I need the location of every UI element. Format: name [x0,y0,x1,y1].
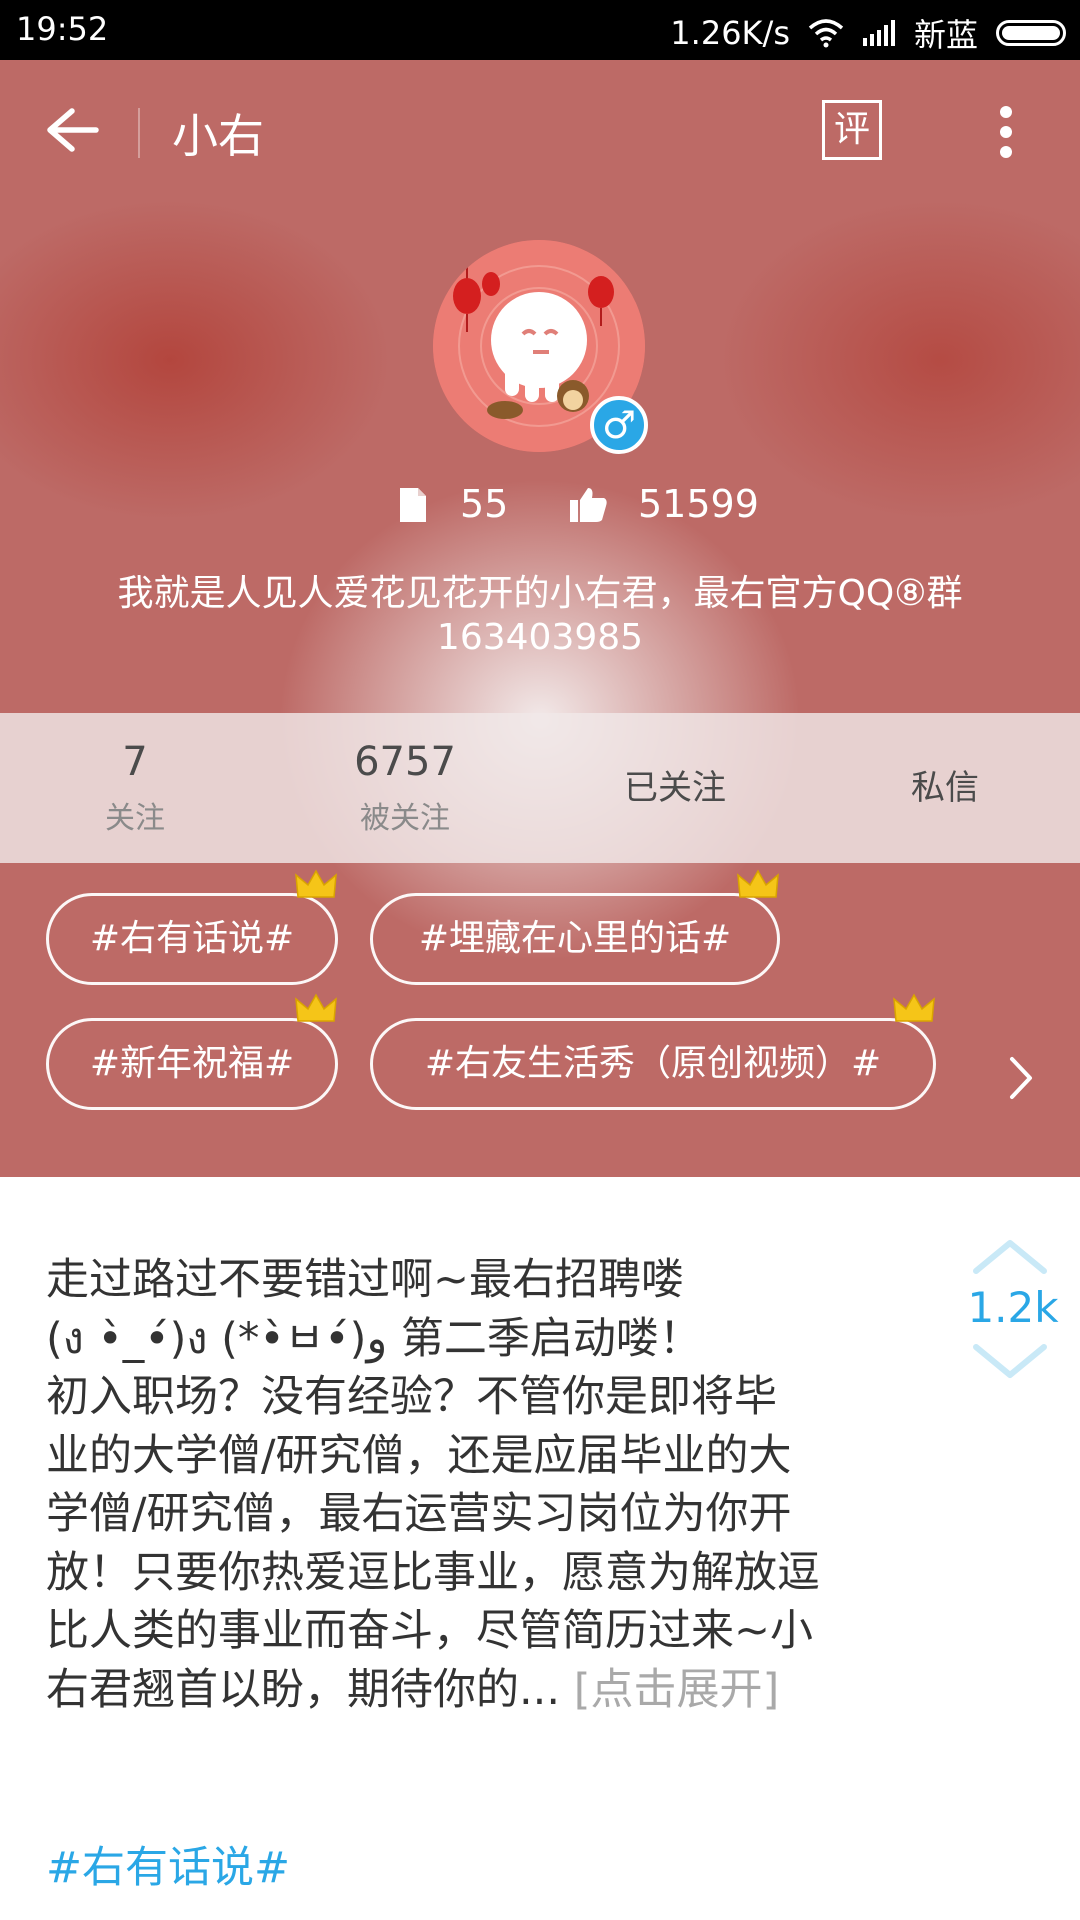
post-line-last: 右君翘首以盼，期待你的... [点击展开] [46,1661,916,1720]
top-app-bar: 小右 评 [0,60,1080,200]
vote-count: 1.2k [967,1283,1059,1332]
page-title: 小右 [172,109,264,163]
profile-bio: 我就是人见人爱花见花开的小右君，最右官方QQ⑧群 163403985 [60,572,1020,660]
crown-icon [893,993,935,1022]
post-line: 学僧/研究僧，最右运营实习岗位为你开 [46,1489,792,1539]
post-text[interactable]: 走过路过不要错过啊~最右招聘喽 (ง •̀_•́)ง (*•̀ㅂ•́)و 第二季… [46,1251,916,1719]
topic-tags: #右有话说# #埋藏在心里的话# #新年祝福# #右友生活秀（原创视频）# [0,869,1080,1143]
topic-tag[interactable]: #埋藏在心里的话# [370,893,780,985]
post-line: 右君翘首以盼，期待你的... [46,1664,561,1715]
thumbs-up-icon [570,488,607,522]
post-topic-tag[interactable]: #右有话说# [46,1833,290,1895]
document-icon [400,488,426,522]
network-speed: 1.26K/s [670,14,790,52]
topic-tag[interactable]: #右有话说# [46,893,338,985]
signal-icon [862,20,895,46]
post-line: 初入职场？没有经验？不管你是即将毕 [46,1372,777,1422]
crown-icon [295,869,337,898]
chevron-right-icon[interactable] [1006,1055,1036,1101]
likes-count: 51599 [638,482,759,526]
following-stat[interactable]: 7 关注 [0,713,270,863]
post-line: 比人类的事业而奋斗，尽管简历过来~小 [46,1606,814,1656]
downvote-icon[interactable] [966,1341,1054,1381]
post-card[interactable]: 走过路过不要错过啊~最右招聘喽 (ง •̀_•́)ง (*•̀ㅂ•́)و 第二季… [0,1177,1080,1920]
expand-link[interactable]: [点击展开] [574,1665,780,1715]
status-right: 1.26K/s 新蓝 [670,10,1066,56]
topic-tag[interactable]: #右友生活秀（原创视频）# [370,1018,936,1110]
message-button[interactable]: 私信 [810,713,1080,863]
following-label: 关注 [105,801,165,836]
title-divider [138,108,140,158]
topic-tag[interactable]: #新年祝福# [46,1018,338,1110]
back-arrow-icon[interactable] [42,105,102,155]
crown-icon [737,869,779,898]
profile-header: 小右 评 ♂ 55 51599 我就是人见人爱花见花开的小右君，最右官方QQ⑧群… [0,60,1080,1177]
post-line: (ง •̀_•́)ง (*•̀ㅂ•́)و 第二季启动喽！ [46,1313,702,1364]
carrier-name: 新蓝 [913,16,978,54]
post-line: 放！只要你热爱逗比事业，愿意为解放逗 [46,1547,820,1598]
bio-line-1: 我就是人见人爱花见花开的小右君，最右官方QQ⑧群 [117,573,963,614]
bio-line-2: 163403985 [436,617,644,658]
post-line: 业的大学僧/研究僧，还是应届毕业的大 [46,1430,792,1481]
profile-stats: 55 51599 [0,480,1080,540]
posts-count: 55 [460,482,509,526]
male-gender-icon: ♂ [590,396,648,454]
vote-widget: 1.2k [958,1237,1068,1387]
more-options-icon[interactable] [996,102,1016,162]
post-line: 走过路过不要错过啊~最右招聘喽 [46,1255,685,1305]
following-count: 7 [122,739,148,785]
status-bar: 19:52 1.26K/s 新蓝 [0,0,1080,60]
upvote-icon[interactable] [966,1237,1054,1277]
follow-strip: 7 关注 6757 被关注 已关注 私信 [0,713,1080,863]
comment-button[interactable]: 评 [822,100,882,160]
followers-label: 被关注 [360,801,450,836]
battery-icon [996,20,1066,46]
wifi-icon [808,19,844,48]
followed-button[interactable]: 已关注 [540,713,810,863]
crown-icon [295,993,337,1022]
followers-count: 6757 [354,739,456,785]
status-time: 19:52 [16,10,109,48]
followers-stat[interactable]: 6757 被关注 [270,713,540,863]
